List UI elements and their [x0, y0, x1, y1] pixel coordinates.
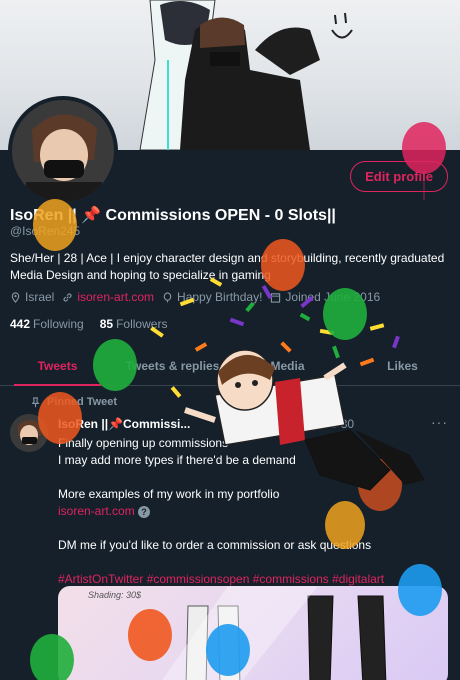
- link-icon: [63, 292, 72, 302]
- more-options-icon[interactable]: ···: [431, 414, 448, 430]
- tweet-media[interactable]: Shading: 30$: [58, 586, 448, 680]
- media-caption: Shading: 30$: [88, 590, 142, 600]
- profile-meta: Israel isoren-art.com Happy Birthday! Jo…: [10, 290, 380, 304]
- profile-display-name: IsoRen || 📌 Commissions OPEN - 0 Slots||: [10, 207, 336, 224]
- tweet-line-1: Finally opening up commissions: [58, 436, 229, 450]
- profile-handle: @IsoRen245: [10, 224, 81, 238]
- pinned-indicator: Pinned Tweet: [30, 396, 117, 408]
- tweet-line-4: DM me if you'd like to order a commissio…: [58, 538, 372, 552]
- tab-tweets[interactable]: Tweets: [0, 346, 115, 386]
- tweet-line-2: I may add more types if there'd be a dem…: [58, 453, 296, 467]
- pinned-label: Pinned Tweet: [47, 396, 118, 408]
- website-link[interactable]: isoren-art.com: [77, 290, 154, 304]
- following-count: 442: [10, 317, 31, 331]
- location-item: Israel: [10, 290, 54, 304]
- joined-text: Joined June 2016: [285, 290, 381, 304]
- tab-media[interactable]: Media: [230, 346, 345, 385]
- calendar-icon: [271, 292, 281, 303]
- followers-label: Followers: [116, 317, 168, 331]
- location-text: Israel: [25, 290, 55, 304]
- joined-item: Joined June 2016: [270, 290, 380, 304]
- avatar-image: [12, 100, 114, 202]
- tweet-avatar[interactable]: [10, 414, 48, 452]
- following-label: Following: [33, 317, 84, 331]
- tweet-avatar-image: [10, 414, 48, 452]
- pin-icon: [31, 396, 40, 407]
- follow-stats: 442 Following 85 Followers: [10, 317, 167, 331]
- tweet-body: Finally opening up commissions I may add…: [58, 435, 450, 588]
- profile-tabs: Tweets Tweets & replies Media Likes: [0, 346, 460, 386]
- tweet-link-row: isoren-art.com ?: [58, 503, 450, 520]
- birthday-text: Happy Birthday!: [177, 290, 263, 304]
- tweet-handle-time[interactable]: Ren245 · Mar 30: [264, 417, 354, 431]
- tab-likes[interactable]: Likes: [345, 346, 460, 385]
- followers-link[interactable]: 85 Followers: [100, 317, 168, 331]
- tweet-line-3: More examples of my work in my portfolio: [58, 487, 280, 501]
- profile-avatar[interactable]: [8, 96, 118, 206]
- followers-count: 85: [99, 317, 114, 331]
- tab-tweets-replies[interactable]: Tweets & replies: [115, 346, 230, 385]
- following-link[interactable]: 442 Following: [10, 317, 84, 331]
- location-pin-icon: [11, 291, 20, 303]
- tweet-link[interactable]: isoren-art.com: [58, 504, 135, 518]
- tweet-meta: Ren245 · Mar 30: [58, 417, 354, 431]
- help-icon: ?: [138, 505, 151, 518]
- website-item[interactable]: isoren-art.com: [62, 290, 154, 304]
- edit-profile-button[interactable]: Edit profile: [350, 161, 448, 192]
- balloon-icon: [163, 291, 172, 303]
- birthday-item: Happy Birthday!: [162, 290, 262, 304]
- profile-bio: She/Her | 28 | Ace | I enjoy character d…: [10, 251, 445, 282]
- media-artwork: [162, 586, 387, 680]
